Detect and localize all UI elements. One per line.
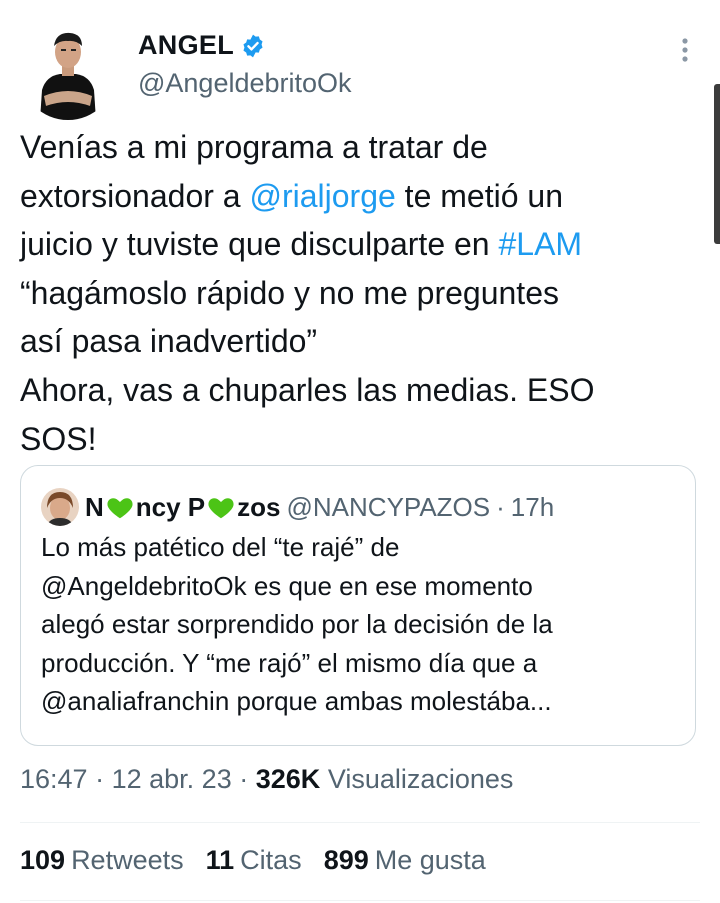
- quoted-tweet-card[interactable]: Nncy P zos @NANCYPAZOS · 17h Lo más patét…: [20, 465, 696, 746]
- tweet-text: Venías a mi programa a tratar de extorsio…: [20, 123, 710, 463]
- tweet-text-line: Ahora, vas a chuparles las medias. ESO: [20, 371, 595, 408]
- tweet-text-line: extorsionador a @rialjorge te metió un: [20, 177, 563, 214]
- quoted-text-line: producción. Y “me rajó” el mismo día que…: [41, 647, 538, 678]
- verified-badge-icon: [240, 33, 266, 59]
- tweet-text-line: “hagámoslo rápido y no me preguntes: [20, 274, 559, 311]
- quoted-author-name: Nncy P zos: [85, 492, 281, 523]
- tweet-stats: 109 Retweets 11 Citas 899 Me gusta: [20, 845, 486, 876]
- retweets-count: 109: [20, 845, 66, 875]
- green-heart-icon: [105, 492, 135, 522]
- quoted-author-handle: @NANCYPAZOS: [286, 491, 491, 522]
- views-label: Visualizaciones: [327, 764, 514, 794]
- hashtag-link[interactable]: #LAM: [498, 226, 582, 262]
- quoted-text-line: @analiafranchin porque ambas molestába..…: [41, 686, 552, 716]
- retweets-label: Retweets: [71, 845, 184, 875]
- quoted-timestamp: 17h: [510, 491, 555, 522]
- likes-label: Me gusta: [374, 845, 486, 875]
- tweet-meta: 16:47 · 12 abr. 23 · 326K Visualizacione…: [20, 764, 513, 795]
- mention-link[interactable]: @rialjorge: [249, 178, 395, 214]
- author-avatar[interactable]: [20, 24, 116, 120]
- tweet-text-line: juicio y tuviste que disculparte en #LAM: [20, 226, 583, 263]
- author-display-name[interactable]: ANGEL: [138, 30, 234, 61]
- quoted-name-part: ncy P: [135, 491, 206, 522]
- tweet-text-line: SOS!: [20, 420, 97, 457]
- quotes-stat[interactable]: 11 Citas: [206, 845, 302, 876]
- tweet-text-line: Venías a mi programa a tratar de: [20, 129, 488, 165]
- more-vertical-icon: [682, 38, 688, 62]
- tweet-time[interactable]: 16:47: [20, 764, 88, 794]
- divider: [20, 900, 700, 901]
- author-avatar-image: [20, 24, 116, 120]
- scrollbar-thumb[interactable]: [714, 84, 720, 244]
- views-count: 326K: [255, 764, 321, 794]
- tweet-header: ANGEL @AngeldebritoOk: [20, 18, 700, 120]
- quoted-separator: ·: [496, 491, 505, 522]
- tweet-detail-page: ANGEL @AngeldebritoOk Venías a mi progra…: [0, 0, 720, 903]
- author-handle[interactable]: @AngeldebritoOk: [138, 68, 352, 99]
- quoted-author-avatar: [41, 488, 79, 526]
- meta-separator: ·: [95, 764, 105, 794]
- quoted-text-line: Lo más patético del “te rajé” de: [41, 532, 400, 562]
- tweet-date[interactable]: 12 abr. 23: [112, 764, 232, 794]
- quoted-tweet-text: Lo más patético del “te rajé” de @Angelde…: [41, 528, 681, 721]
- likes-count: 899: [323, 845, 369, 875]
- likes-stat[interactable]: 899 Me gusta: [324, 845, 486, 876]
- meta-separator: ·: [239, 764, 249, 794]
- more-options-button[interactable]: [670, 30, 700, 70]
- retweets-stat[interactable]: 109 Retweets: [20, 845, 184, 876]
- tweet-text-line: así pasa inadvertido”: [20, 323, 318, 360]
- quoted-name-part: N: [85, 491, 104, 522]
- quoted-tweet-header: Nncy P zos @NANCYPAZOS · 17h: [41, 488, 554, 526]
- author-name-row[interactable]: ANGEL: [138, 30, 266, 61]
- green-heart-icon: [206, 492, 236, 522]
- quoted-text-line: alegó estar sorprendido por la decisión …: [41, 609, 553, 639]
- divider: [20, 822, 700, 823]
- quoted-text-line: @AngeldebritoOk es que en ese momento: [41, 570, 533, 601]
- quotes-count: 11: [205, 845, 235, 875]
- quotes-label: Citas: [240, 845, 302, 875]
- quoted-name-part: zos: [237, 491, 281, 522]
